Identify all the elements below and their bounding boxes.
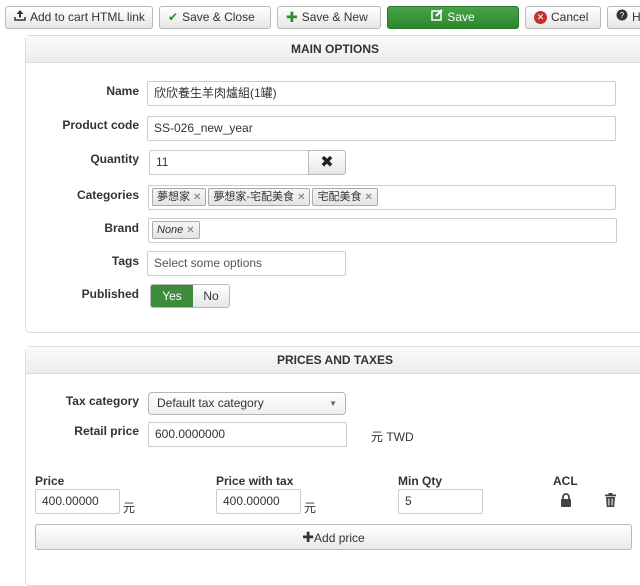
price-with-tax-input[interactable]: 400.00000 — [216, 489, 301, 514]
cancel-label: Cancel — [551, 10, 589, 24]
quantity-clear-button[interactable]: ✖ — [308, 150, 346, 175]
lock-icon[interactable] — [560, 493, 572, 510]
category-chip: 宅配美食 ✕ — [312, 188, 378, 206]
tax-category-select[interactable]: Default tax category ▼ — [148, 392, 346, 415]
acl-label: ACL — [553, 474, 578, 488]
save-new-label: Save & New — [301, 10, 368, 24]
tax-category-label: Tax category — [65, 394, 139, 408]
retail-price-label: Retail price — [74, 424, 139, 438]
published-no-button[interactable]: No — [193, 285, 229, 307]
category-chip-label: 夢想家 — [157, 191, 190, 203]
plus-icon: ✚ — [302, 529, 315, 545]
retail-currency: 元 TWD — [371, 430, 414, 444]
cancel-button[interactable]: ✕ Cancel — [525, 6, 601, 29]
price-label: Price — [35, 474, 65, 488]
tax-category-value: Default tax category — [157, 396, 264, 410]
close-icon: ✖ — [320, 154, 334, 171]
prices-taxes-title: PRICES AND TAXES — [26, 347, 640, 374]
svg-text:?: ? — [620, 11, 625, 20]
price-currency: 元 — [123, 501, 136, 515]
quantity-label: Quantity — [90, 152, 139, 166]
remove-icon[interactable]: ✕ — [193, 192, 201, 203]
save-button[interactable]: Save — [387, 6, 519, 29]
name-label: Name — [106, 84, 139, 98]
tags-label: Tags — [111, 254, 139, 268]
published-yes-button[interactable]: Yes — [151, 285, 193, 307]
help-label: H — [632, 10, 640, 24]
categories-label: Categories — [76, 188, 139, 202]
category-chip: 夢想家-宅配美食 ✕ — [208, 188, 311, 206]
cancel-icon: ✕ — [534, 11, 547, 25]
brand-chip-label: None — [157, 224, 184, 236]
price-input[interactable]: 400.00000 — [35, 489, 120, 514]
published-toggle: Yes No — [150, 284, 230, 308]
remove-icon[interactable]: ✕ — [364, 192, 372, 203]
category-chip-label: 夢想家-宅配美食 — [213, 191, 295, 203]
save-new-button[interactable]: ✚ Save & New — [277, 6, 381, 29]
categories-select[interactable]: 夢想家 ✕ 夢想家-宅配美食 ✕ 宅配美食 ✕ — [148, 185, 616, 210]
toolbar: Add to cart HTML link ✔ Save & Close ✚ Sav… — [0, 0, 640, 35]
trash-icon[interactable] — [605, 493, 616, 510]
category-chip: 夢想家 ✕ — [152, 188, 207, 206]
category-chip-label: 宅配美食 — [317, 191, 362, 203]
quantity-input[interactable]: 11 — [149, 150, 309, 175]
plus-icon: ✚ — [286, 9, 298, 26]
save-label: Save — [447, 10, 475, 24]
product-code-label: Product code — [62, 118, 139, 132]
add-price-label: Add price — [314, 531, 365, 545]
main-options-title: MAIN OPTIONS — [26, 36, 640, 63]
min-qty-label: Min Qty — [398, 474, 442, 488]
add-to-cart-label: Add to cart HTML link — [30, 10, 145, 24]
save-close-button[interactable]: ✔ Save & Close — [159, 6, 271, 29]
help-button[interactable]: ? H — [607, 6, 640, 29]
price-with-tax-currency: 元 — [304, 501, 317, 515]
save-close-label: Save & Close — [182, 10, 255, 24]
price-with-tax-label: Price with tax — [216, 474, 294, 488]
add-price-button[interactable]: ✚Add price — [35, 524, 632, 550]
upload-icon — [14, 7, 26, 28]
brand-label: Brand — [104, 221, 139, 235]
prices-taxes-panel: PRICES AND TAXES — [25, 346, 640, 586]
brand-chip: None ✕ — [152, 221, 200, 239]
edit-icon — [431, 7, 444, 28]
help-icon: ? — [616, 7, 628, 28]
brand-select[interactable]: None ✕ — [148, 218, 617, 243]
add-to-cart-html-link-button[interactable]: Add to cart HTML link — [5, 6, 153, 29]
published-label: Published — [81, 287, 139, 301]
min-qty-input[interactable]: 5 — [398, 489, 483, 514]
retail-price-input[interactable]: 600.0000000 — [148, 422, 347, 447]
remove-icon[interactable]: ✕ — [297, 192, 305, 203]
check-icon: ✔ — [168, 10, 179, 25]
product-code-input[interactable]: SS-026_new_year — [147, 116, 616, 141]
name-input[interactable]: 欣欣養生羊肉爐組(1罐) — [147, 81, 616, 106]
remove-icon[interactable]: ✕ — [186, 225, 194, 236]
caret-down-icon: ▼ — [329, 399, 337, 408]
tags-input[interactable]: Select some options — [147, 251, 346, 276]
